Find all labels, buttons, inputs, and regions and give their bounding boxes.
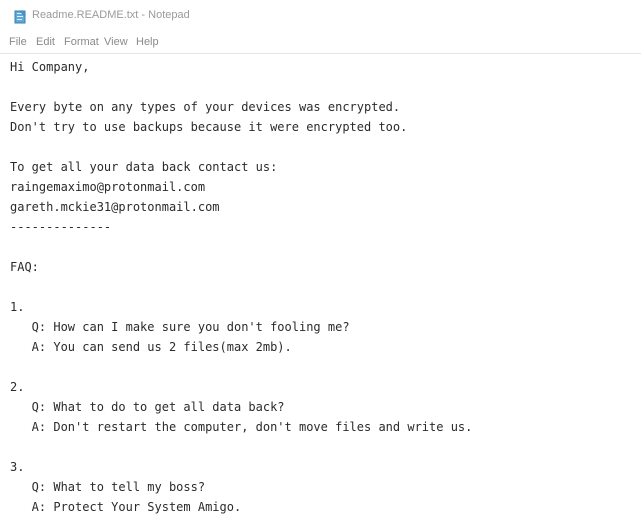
email-address: gareth.mckie31@protonmail.com: [10, 200, 220, 214]
menu-bar: File Edit Format View Help: [0, 32, 641, 54]
faq-answer: A: Protect Your System Amigo.: [10, 500, 242, 514]
text-editor[interactable]: Hi Company, Every byte on any types of y…: [0, 54, 641, 524]
menu-help[interactable]: Help: [136, 36, 159, 48]
faq-question: Q: What to tell my boss?: [10, 480, 206, 494]
faq-answer: A: You can send us 2 files(max 2mb).: [10, 340, 292, 354]
text-line: Don't try to use backups because it were…: [10, 120, 408, 134]
menu-file[interactable]: File: [9, 36, 27, 48]
text-line: Hi Company,: [10, 60, 90, 74]
faq-question: Q: What to do to get all data back?: [10, 400, 285, 414]
menu-format[interactable]: Format: [64, 36, 99, 48]
text-line: To get all your data back contact us:: [10, 160, 278, 174]
window-title: Readme.README.txt - Notepad: [32, 9, 190, 21]
menu-view[interactable]: View: [104, 36, 128, 48]
title-bar: Readme.README.txt - Notepad: [0, 0, 641, 32]
notepad-icon: [14, 9, 27, 24]
faq-heading: FAQ:: [10, 260, 39, 274]
faq-question: Q: How can I make sure you don't fooling…: [10, 320, 350, 334]
menu-edit[interactable]: Edit: [36, 36, 55, 48]
faq-number: 2.: [10, 380, 25, 394]
email-address: raingemaximo@protonmail.com: [10, 180, 206, 194]
faq-answer: A: Don't restart the computer, don't mov…: [10, 420, 473, 434]
faq-number: 1.: [10, 300, 25, 314]
faq-number: 3.: [10, 460, 25, 474]
text-line: Every byte on any types of your devices …: [10, 100, 401, 114]
separator-line: --------------: [10, 220, 112, 234]
